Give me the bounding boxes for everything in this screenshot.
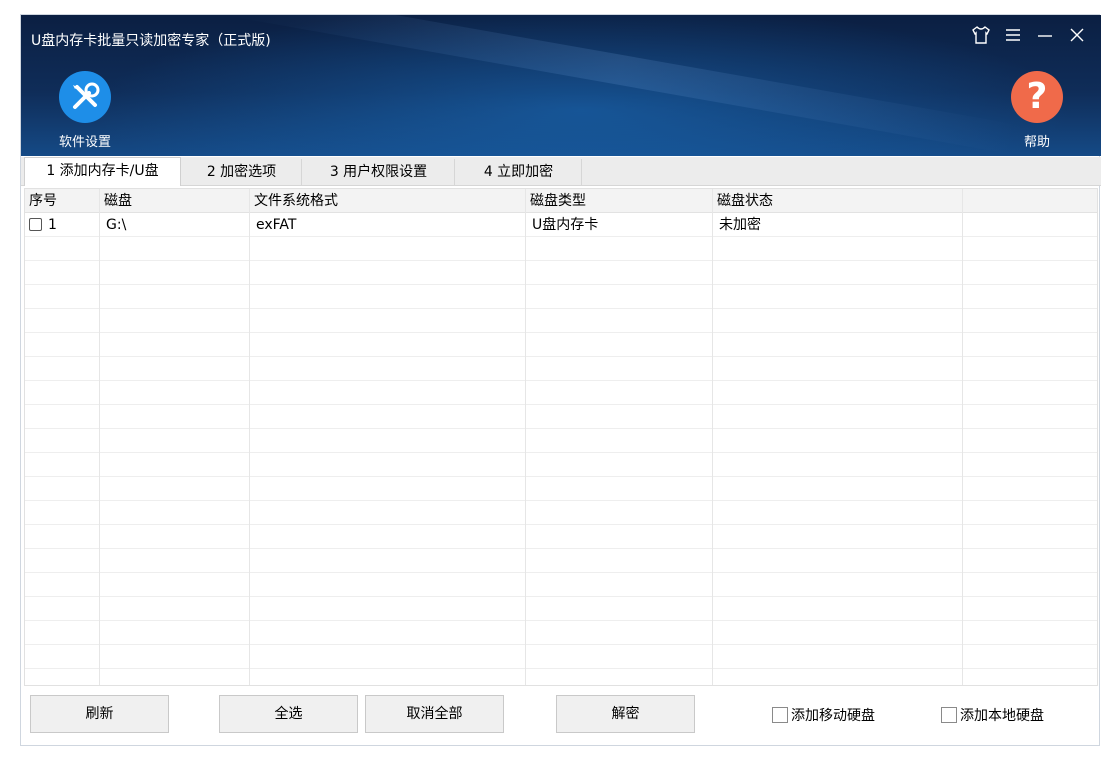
question-icon: ? [1011,71,1063,123]
tab-user-permissions[interactable]: 3 用户权限设置 [303,159,455,185]
empty-row [25,237,1097,261]
empty-row [25,261,1097,285]
empty-row [25,357,1097,381]
empty-row [25,573,1097,597]
col-disk-type[interactable]: 磁盘类型 [526,189,713,213]
row-index-cell[interactable]: 1 [25,213,100,237]
empty-row [25,285,1097,309]
col-index[interactable]: 序号 [25,189,100,213]
col-filesystem[interactable]: 文件系统格式 [250,189,526,213]
header-banner: U盘内存卡批量只读加密专家（正式版) 软件设置 ? 帮助 [21,15,1101,156]
empty-row [25,333,1097,357]
col-disk[interactable]: 磁盘 [100,189,250,213]
empty-row [25,669,1097,685]
tab-encrypt-options[interactable]: 2 加密选项 [182,159,302,185]
disk-table: 序号 磁盘 文件系统格式 磁盘类型 磁盘状态 1 G:\ exFAT U盘内存卡… [24,188,1098,686]
empty-row [25,597,1097,621]
window-title: U盘内存卡批量只读加密专家（正式版) [31,33,271,49]
menu-icon[interactable] [1000,25,1026,51]
refresh-button[interactable]: 刷新 [30,695,169,733]
empty-row [25,453,1097,477]
add-removable-option[interactable]: 添加移动硬盘 [772,706,875,726]
disk-status-cell: 未加密 [713,213,963,237]
empty-row [25,501,1097,525]
empty-row [25,381,1097,405]
empty-row [25,405,1097,429]
settings-label: 软件设置 [58,135,111,150]
col-disk-status[interactable]: 磁盘状态 [713,189,963,213]
table-header: 序号 磁盘 文件系统格式 磁盘类型 磁盘状态 [25,189,1097,213]
help-label: 帮助 [1023,135,1050,150]
tab-add-disk[interactable]: 1 添加内存卡/U盘 [24,157,181,186]
deselect-all-button[interactable]: 取消全部 [365,695,504,733]
filesystem-cell: exFAT [250,213,526,237]
skin-icon[interactable] [968,25,994,51]
app-window: U盘内存卡批量只读加密专家（正式版) 软件设置 ? 帮助 1 添加内存卡/U盘 … [20,14,1101,746]
empty-row [25,549,1097,573]
empty-row [25,525,1097,549]
add-local-checkbox[interactable] [941,707,957,723]
tools-icon [59,71,111,123]
settings-button[interactable]: 软件设置 [53,71,117,150]
empty-row [25,309,1097,333]
help-button[interactable]: ? 帮助 [1005,71,1069,150]
empty-row [25,429,1097,453]
empty-row [25,621,1097,645]
select-all-button[interactable]: 全选 [219,695,358,733]
step-tabs: 1 添加内存卡/U盘 2 加密选项 3 用户权限设置 4 立即加密 [21,157,1101,186]
close-icon[interactable] [1064,25,1090,51]
minimize-icon[interactable] [1032,25,1058,51]
add-local-option[interactable]: 添加本地硬盘 [941,706,1044,726]
add-removable-checkbox[interactable] [772,707,788,723]
table-row[interactable]: 1 G:\ exFAT U盘内存卡 未加密 [25,213,1097,237]
disk-cell: G:\ [100,213,250,237]
disk-type-cell: U盘内存卡 [526,213,713,237]
empty-row [25,477,1097,501]
empty-row [25,645,1097,669]
decrypt-button[interactable]: 解密 [556,695,695,733]
row-checkbox[interactable] [29,218,42,231]
tab-encrypt-now[interactable]: 4 立即加密 [456,159,582,185]
